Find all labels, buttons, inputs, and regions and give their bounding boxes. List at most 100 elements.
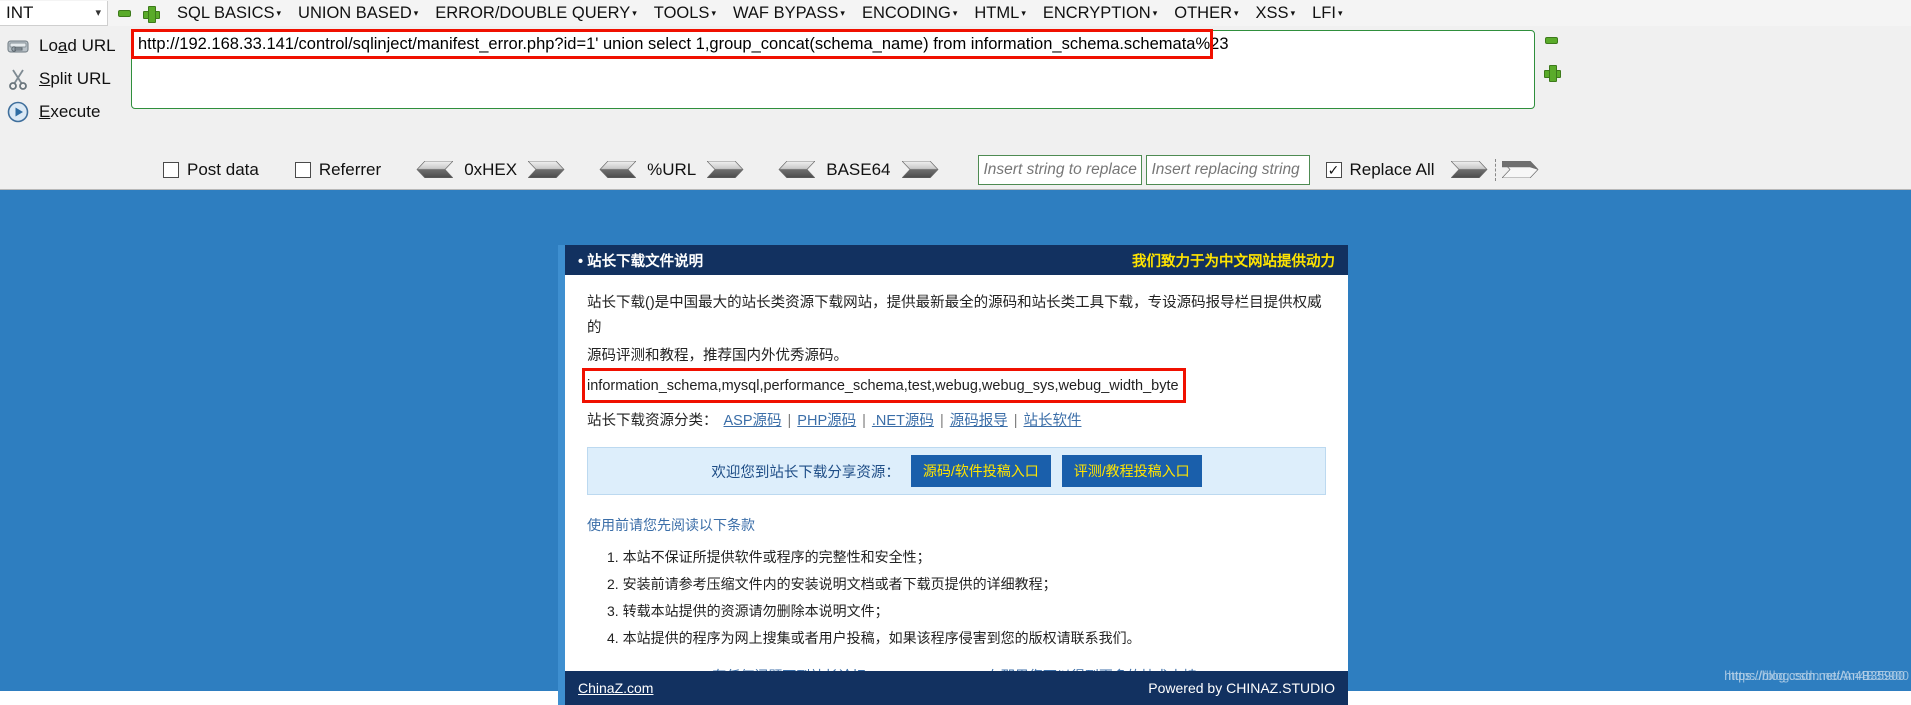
menu-label: HTML xyxy=(974,3,1020,22)
menu-xss[interactable]: XSS ▾ xyxy=(1256,4,1296,23)
replace-string-input[interactable]: Insert replacing string xyxy=(1145,154,1310,185)
split-url-button[interactable]: Split URL xyxy=(0,62,126,95)
search-string-input[interactable]: Insert string to replace xyxy=(977,154,1142,185)
encoder-url: %URL xyxy=(598,160,745,180)
replace-revert-button[interactable] xyxy=(1501,161,1540,178)
menu-tools[interactable]: TOOLS ▾ xyxy=(654,4,716,23)
split-url-icon xyxy=(6,67,30,91)
category-links-label: 站长下载资源分类： xyxy=(587,413,718,429)
menu-label: ENCODING xyxy=(861,3,951,22)
type-select[interactable]: INT ▾ xyxy=(0,0,108,26)
url-row-buttons xyxy=(1541,30,1561,94)
encode-hex-button[interactable] xyxy=(528,161,566,178)
minus-icon xyxy=(117,9,131,17)
chevron-down-icon: ▾ xyxy=(95,7,101,19)
add-tab-button[interactable] xyxy=(140,3,160,23)
menu-union-based[interactable]: UNION BASED ▾ xyxy=(298,4,418,23)
category-link-php[interactable]: PHP源码 xyxy=(797,409,856,430)
page-title: • 站长下载文件说明 xyxy=(578,253,704,270)
menu-label: SQL BASICS xyxy=(177,3,275,22)
intro-line-1: 站长下载()是中国最大的站长类资源下载网站，提供最新最全的源码和站长类工具下载，… xyxy=(587,295,1322,336)
execute-label: Execute xyxy=(39,101,101,121)
split-url-label: Split URL xyxy=(39,68,111,88)
execute-icon xyxy=(6,100,30,124)
promo-button-source[interactable]: 源码/软件投稿入口 xyxy=(910,455,1051,487)
menu-waf-bypass[interactable]: WAF BYPASS ▾ xyxy=(733,4,845,23)
caret-down-icon: ▾ xyxy=(413,7,419,18)
remove-tab-button[interactable] xyxy=(114,3,134,23)
promo-button-review[interactable]: 评测/教程投稿入口 xyxy=(1061,455,1202,487)
menu-label: XSS xyxy=(1255,3,1289,22)
category-link-software[interactable]: 站长软件 xyxy=(1024,409,1082,430)
decode-base64-button[interactable] xyxy=(777,161,816,178)
decode-hex-button[interactable] xyxy=(415,161,454,178)
caret-down-icon: ▾ xyxy=(1290,7,1296,18)
decode-url-button[interactable] xyxy=(598,161,637,178)
category-link-report[interactable]: 源码报导 xyxy=(950,409,1008,430)
caret-down-icon: ▾ xyxy=(1152,7,1158,18)
menu-lfi[interactable]: LFI ▾ xyxy=(1312,4,1342,23)
post-data-checkbox[interactable]: Post data xyxy=(163,160,259,180)
menu-other[interactable]: OTHER ▾ xyxy=(1174,4,1238,23)
footer-site-link[interactable]: ChinaZ.com xyxy=(578,680,653,696)
menu-label: WAF BYPASS xyxy=(732,3,839,22)
menu-label: OTHER xyxy=(1174,3,1233,22)
menu-encryption[interactable]: ENCRYPTION ▾ xyxy=(1043,4,1157,23)
intro-line-2: 源码评测和教程，推荐国内外优秀源码。 xyxy=(587,348,848,364)
replace-all-label: Replace All xyxy=(1349,159,1435,179)
caret-down-icon: ▾ xyxy=(711,7,716,18)
separator: | xyxy=(939,413,944,429)
menu-html[interactable]: HTML ▾ xyxy=(974,4,1025,23)
replace-apply-button[interactable] xyxy=(1450,161,1489,178)
encoder-hex-label: 0xHEX xyxy=(464,159,518,179)
caret-down-icon: ▾ xyxy=(1234,7,1239,18)
execute-button[interactable]: Execute xyxy=(0,95,126,128)
referrer-checkbox[interactable]: Referrer xyxy=(294,159,382,180)
load-url-label: Load URL xyxy=(39,35,116,55)
footer-powered-by: Powered by CHINAZ.STUDIO xyxy=(1148,680,1335,696)
encode-base64-button[interactable] xyxy=(901,161,940,178)
caret-down-icon: ▾ xyxy=(1337,7,1343,18)
replace-all-checkbox[interactable]: ✓ Replace All xyxy=(1325,159,1435,180)
watermark-text-ghost: https://blog.csdn.net/An4B35900 xyxy=(1728,669,1909,683)
type-select-value: INT xyxy=(6,2,34,22)
hackbar-menu-bar: INT ▾ SQL BASICS ▾ UNION BASED ▾ ERROR/D… xyxy=(0,0,1911,26)
referrer-label: Referrer xyxy=(318,159,382,179)
menu-encoding[interactable]: ENCODING ▾ xyxy=(862,4,957,23)
add-url-row-button[interactable] xyxy=(1541,62,1561,82)
menu-label: TOOLS xyxy=(653,3,710,22)
url-input[interactable]: http://192.168.33.141/control/sqlinject/… xyxy=(131,30,1535,109)
list-item: 3. 转载本站提供的资源请勿删除本说明文件； xyxy=(607,603,889,619)
caret-down-icon: ▾ xyxy=(840,7,845,18)
page-header: • 站长下载文件说明 我们致力于为中文网站提供动力 xyxy=(565,245,1348,275)
separator: | xyxy=(1013,413,1018,429)
encoder-base64: BASE64 xyxy=(777,160,939,180)
plus-icon xyxy=(142,5,160,23)
sql-injection-result-wrapper: information_schema,mysql,performance_sch… xyxy=(582,368,1186,403)
promo-lead-text: 欢迎您到站长下载分享资源： xyxy=(711,464,900,481)
separator: | xyxy=(787,413,792,429)
caret-down-icon: ▾ xyxy=(952,7,958,18)
page-slogan: 我们致力于为中文网站提供动力 xyxy=(1132,253,1335,270)
encoder-hex: 0xHEX xyxy=(415,160,566,180)
load-url-button[interactable]: Load URL xyxy=(0,29,126,62)
terms-list: 1. 本站不保证所提供软件或程序的完整性和安全性； 2. 安装前请参考压缩文件内… xyxy=(587,544,1326,652)
menu-error-double-query[interactable]: ERROR/DOUBLE QUERY ▾ xyxy=(435,4,637,23)
hackbar-options-row: Post data Referrer 0xHEX %URL BASE64 Ins… xyxy=(0,150,1911,189)
hackbar-panel: INT ▾ SQL BASICS ▾ UNION BASED ▾ ERROR/D… xyxy=(0,0,1911,190)
caret-down-icon: ▾ xyxy=(1021,7,1026,18)
category-link-asp[interactable]: ASP源码 xyxy=(724,409,782,430)
remove-url-row-button[interactable] xyxy=(1541,30,1561,50)
load-url-icon xyxy=(6,34,30,58)
encode-url-button[interactable] xyxy=(707,161,745,178)
post-data-label: Post data xyxy=(187,159,259,179)
category-link-net[interactable]: .NET源码 xyxy=(872,409,934,430)
list-item: 1. 本站不保证所提供软件或程序的完整性和安全性； xyxy=(607,549,931,565)
page-footer: ChinaZ.com Powered by CHINAZ.STUDIO xyxy=(565,671,1348,705)
encoder-url-label: %URL xyxy=(647,159,697,179)
menu-sql-basics[interactable]: SQL BASICS ▾ xyxy=(177,4,281,23)
minus-icon xyxy=(1544,36,1558,44)
category-links-row: 站长下载资源分类： ASP源码 | PHP源码 | .NET源码 | 源码报导 … xyxy=(587,409,1326,430)
caret-down-icon: ▾ xyxy=(276,7,282,18)
separator: | xyxy=(862,413,866,429)
